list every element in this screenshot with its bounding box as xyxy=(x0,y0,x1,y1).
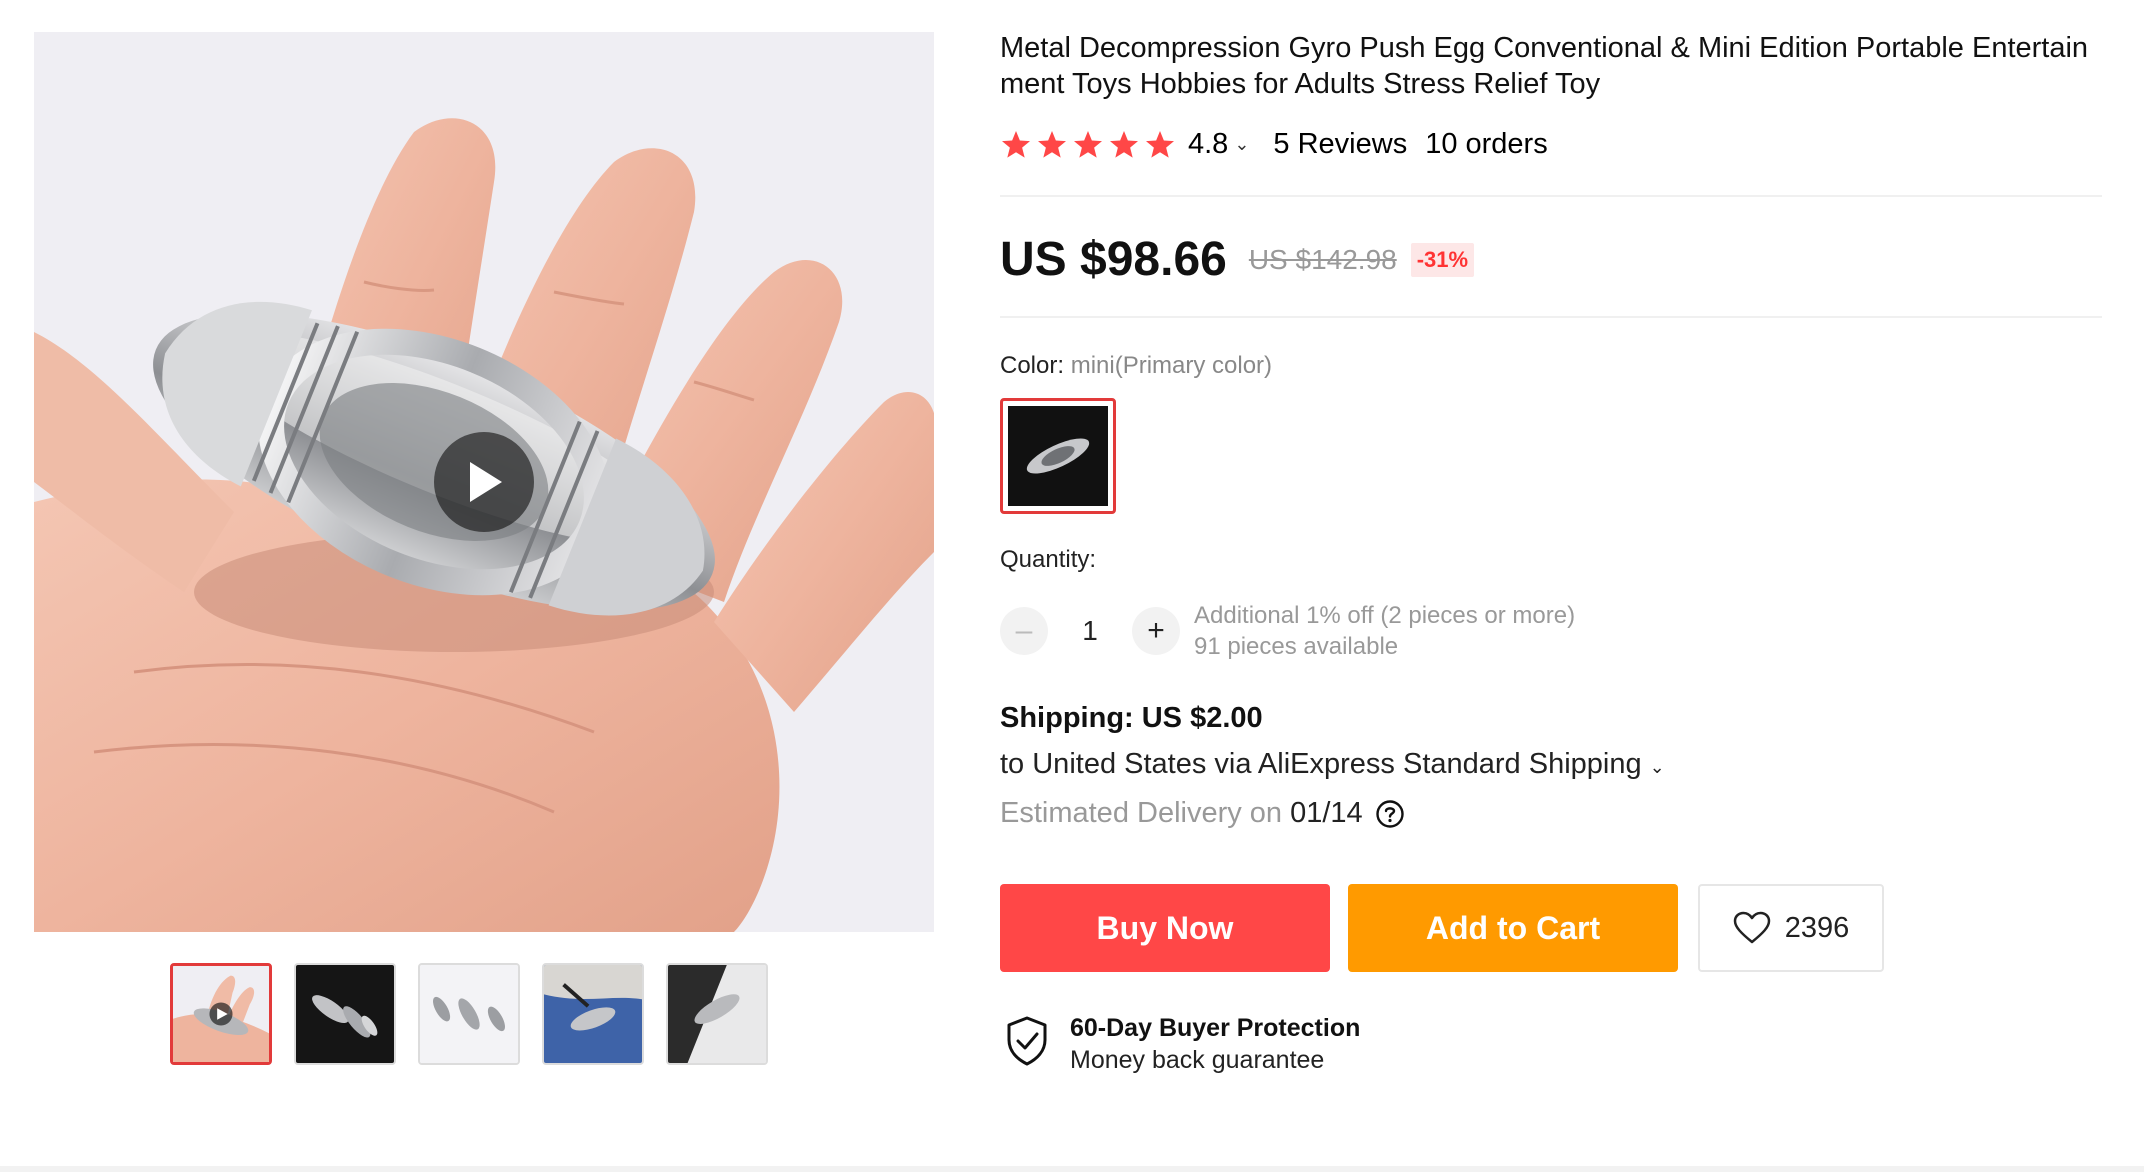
quantity-decrease-button[interactable]: – xyxy=(1000,607,1048,655)
pieces-available: 91 pieces available xyxy=(1194,633,1399,660)
thumbnail-3[interactable] xyxy=(418,963,520,1065)
color-label: Color: mini(Primary color) xyxy=(1000,352,1272,380)
quantity-value[interactable]: 1 xyxy=(1048,615,1132,647)
divider xyxy=(1000,195,2102,197)
rating-value[interactable]: 4.8 xyxy=(1188,128,1228,161)
price-row: US $98.66 US $142.98 -31% xyxy=(1000,232,1475,287)
chevron-down-icon[interactable]: ⌄ xyxy=(1234,134,1249,155)
reviews-link[interactable]: 5 Reviews xyxy=(1273,128,1407,161)
protection-subtitle: Money back guarantee xyxy=(1070,1046,1325,1074)
orders-count: 10 orders xyxy=(1425,128,1548,160)
color-label-text: Color: xyxy=(1000,352,1065,379)
three-toys-white-icon xyxy=(420,965,518,1063)
add-to-cart-button[interactable]: Add to Cart xyxy=(1348,884,1678,972)
wishlist-button[interactable]: 2396 xyxy=(1698,884,1884,972)
buy-now-button[interactable]: Buy Now xyxy=(1000,884,1330,972)
video-play-button[interactable] xyxy=(434,432,534,532)
delivery-label: Estimated Delivery on xyxy=(1000,797,1283,829)
delivery-date: 01/14 xyxy=(1290,797,1363,829)
shipping-cost: Shipping: US $2.00 xyxy=(1000,702,1263,734)
color-option-mini[interactable] xyxy=(1000,398,1116,514)
divider xyxy=(1000,316,2102,318)
buyer-protection: 60-Day Buyer Protection Money back guara… xyxy=(1006,1012,1360,1076)
thumbnail-strip xyxy=(170,963,768,1065)
shipping-destination: to United States via AliExpress Standard… xyxy=(1000,748,1642,780)
play-icon xyxy=(470,462,502,502)
shield-check-icon xyxy=(1007,1016,1047,1066)
star-icon xyxy=(1038,130,1066,158)
current-price: US $98.66 xyxy=(1000,233,1227,286)
bulk-discount-note: Additional 1% off (2 pieces or more) xyxy=(1194,602,1576,629)
main-product-image[interactable] xyxy=(34,32,934,932)
star-icon xyxy=(1110,130,1138,158)
thumbnail-5[interactable] xyxy=(666,963,768,1065)
star-icon xyxy=(1074,130,1102,158)
star-rating xyxy=(1000,129,1176,161)
rating-row: 4.8 ⌄ 5 Reviews 10 orders xyxy=(1000,128,1548,161)
wishlist-count: 2396 xyxy=(1784,911,1850,944)
toys-on-black-icon xyxy=(296,965,394,1063)
thumbnail-4[interactable] xyxy=(542,963,644,1065)
protection-title: 60-Day Buyer Protection xyxy=(1070,1014,1361,1042)
chevron-down-icon: ⌄ xyxy=(1649,757,1665,777)
color-selected-value: mini(Primary color) xyxy=(1070,352,1273,379)
original-price: US $142.98 xyxy=(1248,243,1397,275)
toy-on-stand-icon xyxy=(668,965,766,1063)
quantity-stepper: – 1 + Additional 1% off (2 pieces or mor… xyxy=(1000,600,1575,662)
star-icon xyxy=(1002,130,1030,158)
star-icon xyxy=(1146,130,1174,158)
product-title: Metal Decompression Gyro Push Egg Conven… xyxy=(1000,32,2089,100)
hand-with-toy-video-icon xyxy=(173,966,269,1062)
estimated-delivery: Estimated Delivery on 01/14 xyxy=(1000,797,1405,830)
thumbnail-1[interactable] xyxy=(170,963,272,1065)
quantity-info: Additional 1% off (2 pieces or more) 91 … xyxy=(1194,600,1575,662)
toy-on-blue-cloth-icon xyxy=(544,965,642,1063)
heart-icon xyxy=(1733,911,1770,944)
discount-badge: -31% xyxy=(1410,242,1475,277)
thumbnail-2[interactable] xyxy=(294,963,396,1065)
quantity-increase-button[interactable]: + xyxy=(1132,607,1180,655)
page-bottom-divider xyxy=(0,1166,2144,1172)
color-swatch-image xyxy=(1008,406,1108,506)
shipping-method-selector[interactable]: to United States via AliExpress Standard… xyxy=(1000,748,1665,781)
quantity-label: Quantity: xyxy=(1000,546,1097,573)
question-circle-icon[interactable] xyxy=(1375,799,1405,829)
